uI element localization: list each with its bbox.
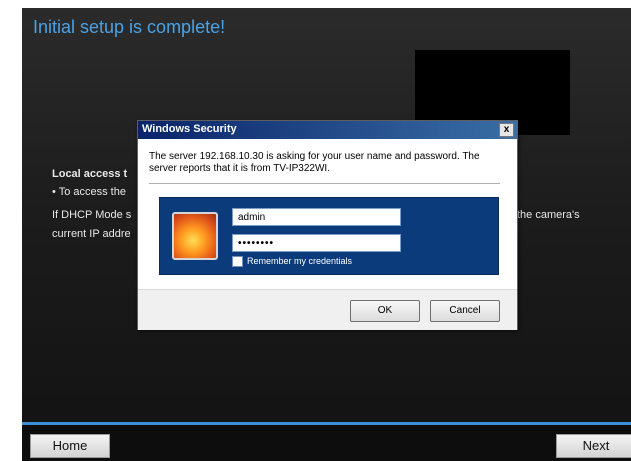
remember-credentials-label: Remember my credentials bbox=[247, 256, 353, 266]
auth-message: The server 192.168.10.30 is asking for y… bbox=[149, 151, 480, 174]
remember-credentials-checkbox[interactable]: Remember my credentials bbox=[232, 256, 353, 268]
checkbox-icon[interactable] bbox=[232, 256, 243, 268]
divider bbox=[149, 183, 500, 184]
dhcp-mode-text-right: the camera's bbox=[517, 209, 580, 221]
ok-button[interactable]: OK bbox=[350, 300, 420, 322]
dialog-title: Windows Security bbox=[142, 123, 237, 135]
dialog-body: The server 192.168.10.30 is asking for y… bbox=[138, 139, 517, 289]
page-title: Initial setup is complete! bbox=[33, 17, 226, 37]
cancel-button[interactable]: Cancel bbox=[430, 300, 500, 322]
setup-wizard-window: Initial setup is complete! Local access … bbox=[0, 0, 631, 461]
windows-security-dialog: Windows Security x The server 192.168.10… bbox=[137, 120, 518, 330]
dialog-titlebar: Windows Security x bbox=[138, 121, 517, 139]
user-avatar-flower-icon bbox=[172, 212, 218, 260]
dhcp-mode-text: If DHCP Mode s bbox=[52, 209, 132, 221]
next-button[interactable]: Next bbox=[556, 434, 631, 458]
access-bullet-text: • To access the bbox=[52, 186, 126, 198]
ip-address-text: current IP addre bbox=[52, 228, 131, 240]
dialog-footer: OK Cancel bbox=[138, 289, 517, 330]
username-field[interactable]: admin bbox=[232, 208, 401, 226]
password-field[interactable]: •••••••• bbox=[232, 234, 401, 252]
local-access-heading: Local access t bbox=[52, 168, 128, 180]
close-icon[interactable]: x bbox=[499, 123, 514, 137]
footer-bar: Home Next bbox=[22, 425, 631, 461]
credential-panel: admin •••••••• Remember my credentials bbox=[159, 197, 499, 275]
home-button[interactable]: Home bbox=[30, 434, 110, 458]
